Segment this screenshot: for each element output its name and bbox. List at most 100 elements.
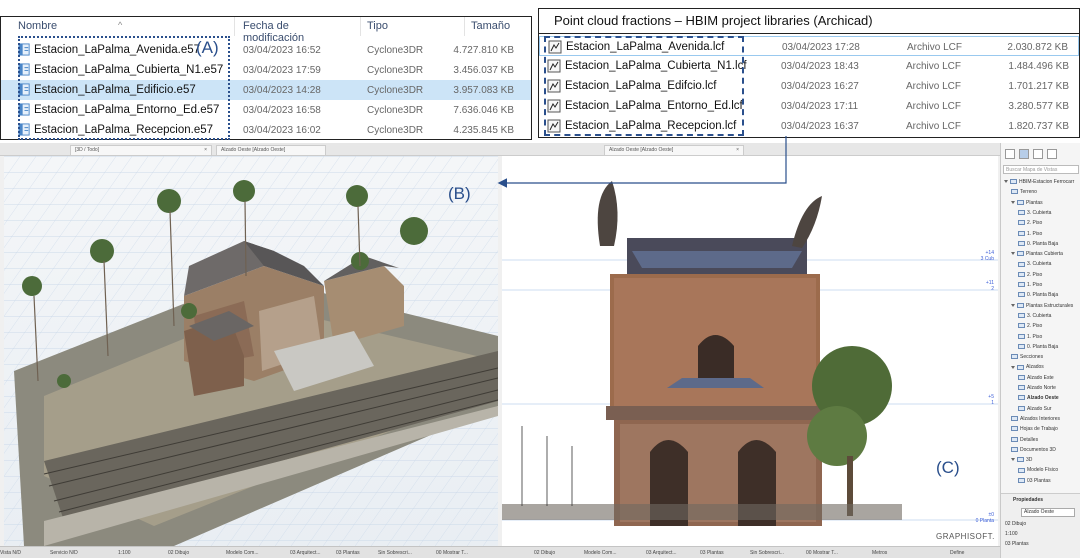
file-row[interactable]: Estacion_LaPalma_Cubierta_N1.e57 03/04/20… — [0, 60, 532, 80]
nav-item-label: 0. Planta Baja — [1027, 292, 1059, 299]
nav-tree-item[interactable]: 1. Piso — [1018, 231, 1042, 241]
status-item[interactable]: 03 Plantas — [700, 550, 724, 556]
level-marker[interactable]: +5 1 — [988, 394, 994, 406]
nav-tree-item[interactable]: 0. Planta Baja — [1018, 292, 1058, 302]
expand-arrow-icon[interactable] — [1011, 365, 1015, 369]
status-item[interactable]: Sin Sobrescri... — [750, 550, 784, 556]
tab-3d-view[interactable]: [3D / Todo] × — [70, 145, 212, 155]
column-divider[interactable] — [464, 16, 465, 36]
status-item[interactable]: Define — [950, 550, 964, 556]
nav-tree-item[interactable]: Modelo Físico — [1018, 467, 1058, 477]
nav-tree-item[interactable]: Plantas Estructurales — [1011, 303, 1073, 313]
nav-tree-item[interactable]: Terreno — [1011, 189, 1037, 199]
nav-tree-item[interactable]: 0. Planta Baja — [1018, 344, 1058, 354]
nav-tree-item[interactable]: Alzados Interiores — [1011, 416, 1060, 426]
nav-tree-item[interactable]: Detalles — [1011, 437, 1038, 447]
file-row[interactable]: Estacion_LaPalma_Entorno_Ed.e57 03/04/202… — [0, 100, 532, 120]
pen-set-label[interactable]: 03 Plantas — [1005, 541, 1029, 547]
column-type-header[interactable]: Tipo — [367, 20, 388, 32]
nav-tree-item[interactable]: 03 Plantas — [1018, 478, 1051, 488]
column-divider[interactable] — [360, 16, 361, 36]
expand-arrow-icon[interactable] — [1011, 252, 1015, 256]
status-item[interactable]: 03 Arquitect... — [646, 550, 677, 556]
level-marker[interactable]: +14 3 Cub — [981, 250, 994, 262]
scale-label[interactable]: 1:100 — [1005, 531, 1018, 537]
nav-tree-item[interactable]: 2. Piso — [1018, 272, 1042, 282]
status-item[interactable]: 00 Mostrar T... — [436, 550, 468, 556]
nav-item-label: Documentos 3D — [1020, 446, 1056, 453]
nav-tree-item[interactable]: HBIM-Estacion Ferrocarr — [1004, 179, 1074, 189]
status-item[interactable]: 00 Mostrar T... — [806, 550, 838, 556]
column-divider[interactable] — [234, 16, 235, 36]
status-item[interactable]: Modelo Com... — [226, 550, 259, 556]
status-item[interactable]: 03 Arquitect... — [290, 550, 321, 556]
file-row[interactable]: Estacion_LaPalma_Recepcion.lcf 03/04/2023… — [539, 116, 1079, 136]
file-row[interactable]: Estacion_LaPalma_Recepcion.e57 03/04/2023… — [0, 120, 532, 140]
navigator-search-input[interactable]: Buscar Mapa de Vistas — [1003, 165, 1079, 174]
tab-elevation-west-main[interactable]: Alzado Oeste [Alzado Oeste] × — [604, 145, 744, 155]
expand-arrow-icon[interactable] — [1011, 200, 1015, 204]
nav-item-label: Alzado Sur — [1027, 405, 1052, 412]
status-item[interactable]: Modelo Com... — [584, 550, 617, 556]
nav-tree-item[interactable]: 3. Cubierta — [1018, 313, 1051, 323]
nav-tree-item[interactable]: 1. Piso — [1018, 334, 1042, 344]
nav-tree-item[interactable]: Plantas — [1011, 200, 1043, 210]
file-row[interactable]: Estacion_LaPalma_Cubierta_N1.lcf 03/04/20… — [539, 56, 1079, 76]
file-row[interactable]: Estacion_LaPalma_Avenida.lcf 03/04/2023 1… — [539, 36, 1079, 56]
nav-tree-item[interactable]: 2. Piso — [1018, 220, 1042, 230]
file-type: Archivo LCF — [907, 42, 963, 53]
file-row[interactable]: Estacion_LaPalma_Entorno_Ed.lcf 03/04/202… — [539, 96, 1079, 116]
nav-tree-item[interactable]: Plantas Cubierta — [1011, 251, 1063, 261]
folder-icon — [1018, 405, 1025, 411]
status-item[interactable]: Servicio N/D — [50, 550, 78, 556]
publisher-icon[interactable] — [1047, 149, 1057, 159]
file-row[interactable]: Estacion_LaPalma_Avenida.e57 03/04/2023 1… — [0, 40, 532, 60]
expand-arrow-icon[interactable] — [1011, 458, 1015, 462]
status-item[interactable]: Vista N/D — [0, 550, 21, 556]
status-item[interactable]: Sin Sobrescri... — [378, 550, 412, 556]
nav-tree-item[interactable]: 1. Piso — [1018, 282, 1042, 292]
status-item[interactable]: 02 Dibujo — [168, 550, 189, 556]
status-item[interactable]: 1:100 — [118, 550, 131, 556]
nav-tree-item[interactable]: 3. Cubierta — [1018, 210, 1051, 220]
level-marker[interactable]: ±0 0 Planta — [976, 512, 994, 524]
nav-item-label: Alzados Interiores — [1020, 415, 1061, 422]
nav-tree-item[interactable]: Alzado Norte — [1018, 385, 1056, 395]
nav-tree-item[interactable]: Hojas de Trabajo — [1011, 426, 1058, 436]
layer-combination-label[interactable]: 02 Dibujo — [1005, 521, 1026, 527]
view-name-field[interactable]: Alzado Oeste — [1021, 508, 1075, 517]
nav-tree-item[interactable]: 3D — [1011, 457, 1032, 467]
expand-arrow-icon[interactable] — [1011, 303, 1015, 307]
nav-tree-item[interactable]: 0. Planta Baja — [1018, 241, 1058, 251]
3d-point-cloud-view[interactable]: (B) — [4, 156, 498, 546]
layout-book-icon[interactable] — [1033, 149, 1043, 159]
nav-tree-item[interactable]: Alzados — [1011, 364, 1044, 374]
column-size-header[interactable]: Tamaño — [471, 20, 510, 32]
close-icon[interactable]: × — [204, 147, 207, 153]
tab-elevation-west[interactable]: Alzado Oeste [Alzado Oeste] — [216, 145, 326, 155]
nav-tree-item[interactable]: 3. Cubierta — [1018, 261, 1051, 271]
expand-arrow-icon[interactable] — [1004, 180, 1008, 184]
project-map-icon[interactable] — [1005, 149, 1015, 159]
nav-tree-item[interactable]: Alzado Sur — [1018, 406, 1051, 416]
folder-icon — [1010, 179, 1017, 185]
nav-item-label: 0. Planta Baja — [1027, 240, 1059, 247]
close-icon[interactable]: × — [736, 147, 739, 153]
status-item[interactable]: Metros — [872, 550, 887, 556]
nav-tree-item[interactable]: Documentos 3D — [1011, 447, 1056, 457]
file-row[interactable]: Estacion_LaPalma_Edifcio.lcf 03/04/2023 1… — [539, 76, 1079, 96]
nav-tree-item[interactable]: Alzado Este — [1018, 375, 1054, 385]
elevation-view[interactable]: +14 3 Cub +11 2 +5 1 ±0 0 Planta (C) GRAPHISOFT… — [502, 156, 998, 546]
level-marker[interactable]: +11 2 — [986, 280, 994, 292]
annotation-c: (C) — [936, 458, 960, 477]
column-name-header[interactable]: Nombre — [18, 20, 57, 32]
file-row[interactable]: Estacion_LaPalma_Edificio.e57 03/04/2023 … — [0, 80, 532, 100]
status-item[interactable]: 02 Dibujo — [534, 550, 555, 556]
nav-item-label: Terreno — [1020, 189, 1037, 196]
view-map-icon[interactable] — [1019, 149, 1029, 159]
nav-tree-item[interactable]: 2. Piso — [1018, 323, 1042, 333]
nav-tree-item[interactable]: Secciones — [1011, 354, 1043, 364]
status-item[interactable]: 03 Plantas — [336, 550, 360, 556]
nav-tree-item[interactable]: Alzado Oeste — [1018, 395, 1059, 405]
file-type: Cyclone3DR — [367, 125, 424, 136]
